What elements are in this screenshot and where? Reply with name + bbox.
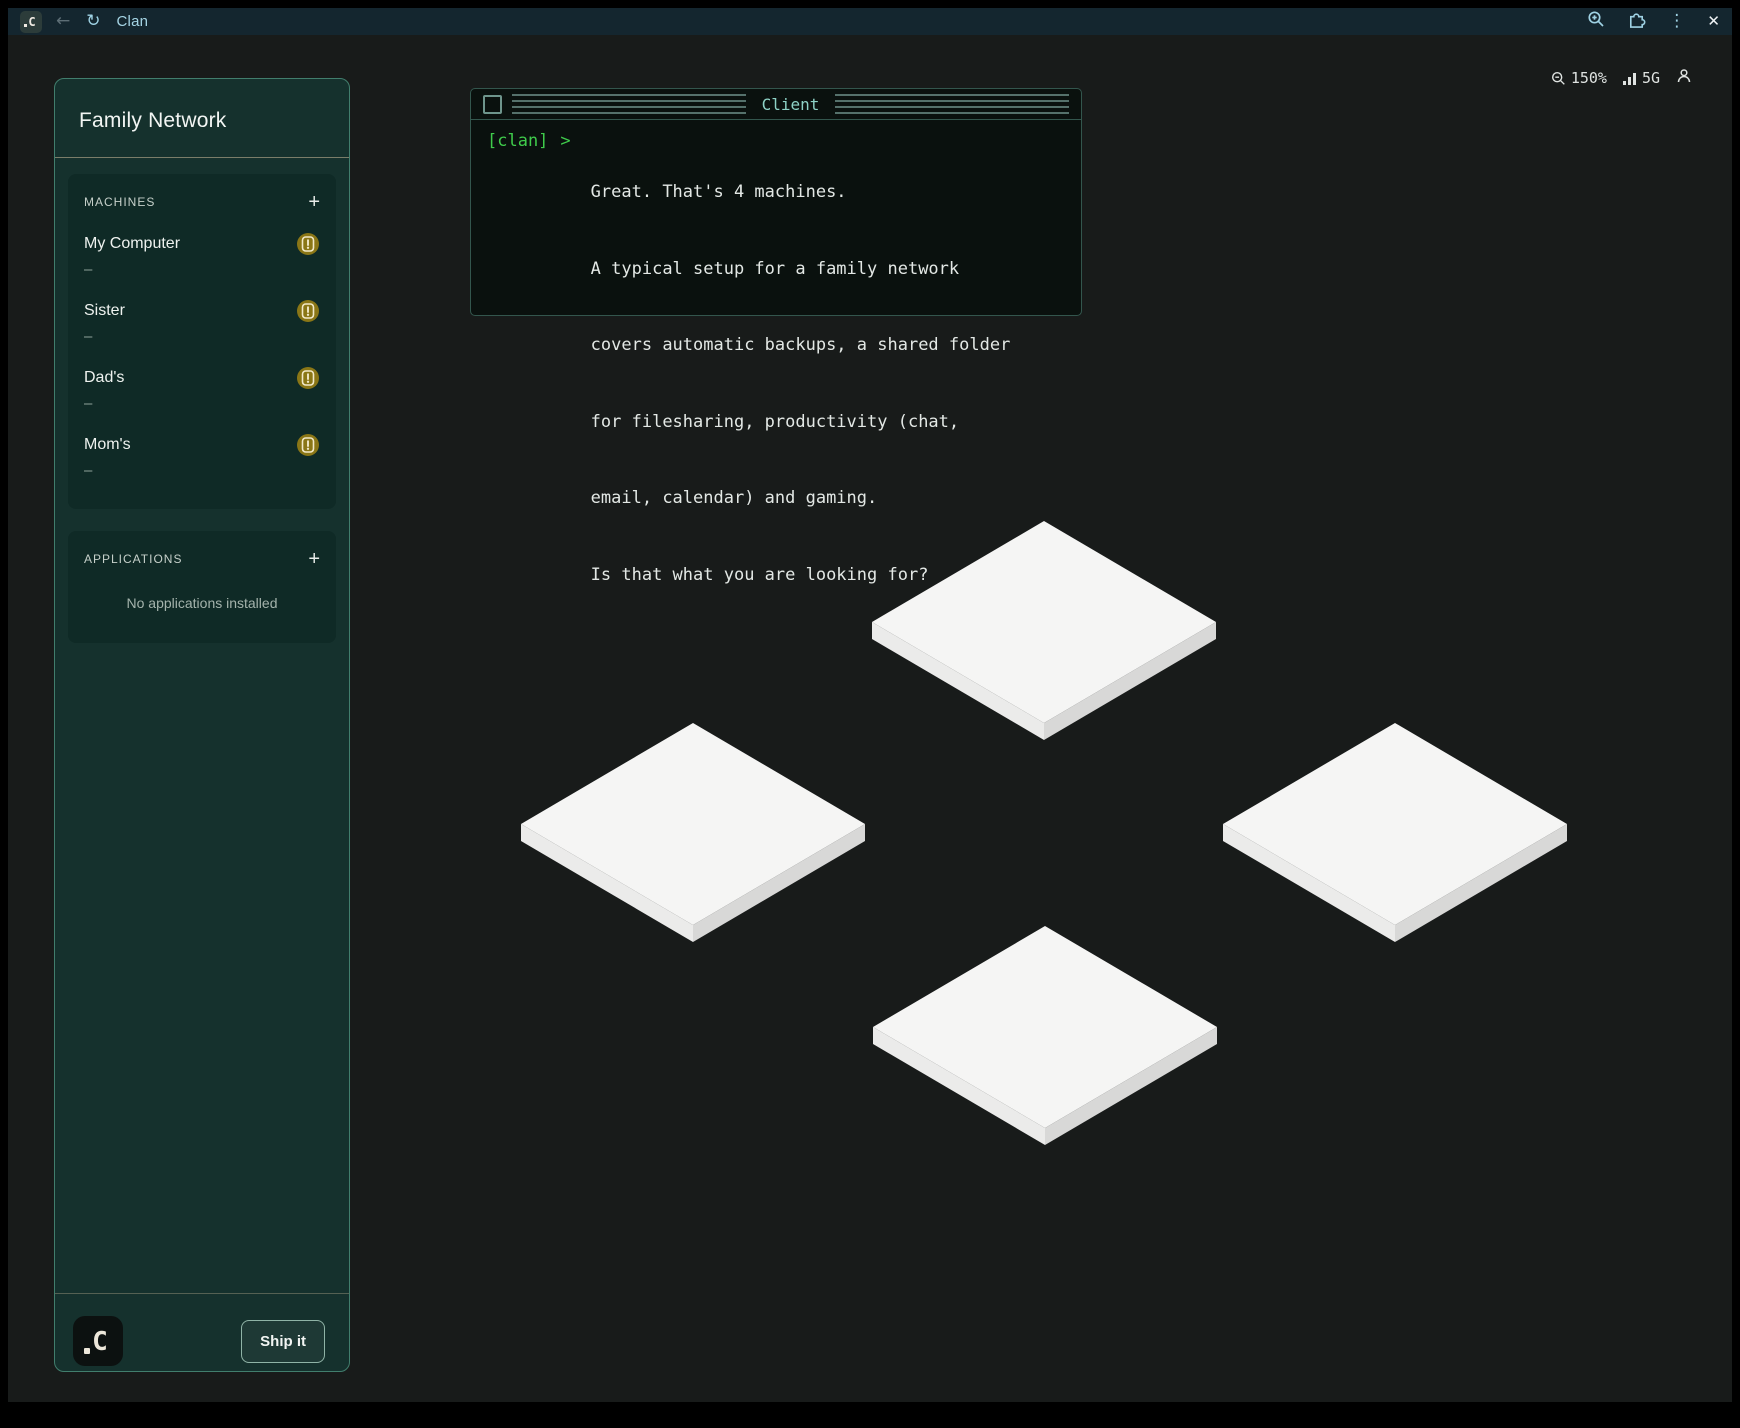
zoom-in-icon[interactable] xyxy=(1587,10,1605,33)
ship-it-button[interactable]: Ship it xyxy=(241,1320,325,1363)
terminal-title: Client xyxy=(756,95,826,114)
machine-row-sister[interactable]: Sister – xyxy=(84,299,320,345)
app-window: C ← ↻ Clan ⋮ ✕ xyxy=(0,0,1740,1428)
machine-status: – xyxy=(84,395,320,412)
signal-bars-icon xyxy=(1623,71,1637,86)
page-tab-title: Clan xyxy=(117,13,149,30)
svg-text:C: C xyxy=(28,15,35,29)
machine-tile-bottom[interactable] xyxy=(872,925,1218,1147)
extensions-puzzle-icon[interactable] xyxy=(1627,10,1646,34)
window-box-icon[interactable] xyxy=(483,95,502,114)
add-machine-button[interactable]: + xyxy=(308,192,320,212)
page-title: Family Network xyxy=(79,109,325,133)
titlebar-stripes xyxy=(512,94,746,114)
account-icon[interactable] xyxy=(1676,68,1692,88)
machine-tile-left[interactable] xyxy=(520,722,866,944)
clan-tab-icon: C xyxy=(20,11,42,33)
sidebar-divider xyxy=(55,157,349,158)
sidebar-footer: C Ship it xyxy=(55,1293,349,1371)
machine-name: My Computer xyxy=(84,235,180,253)
clan-logo-icon: C xyxy=(83,1325,113,1357)
terminal-prompt-symbol: > xyxy=(560,129,570,639)
applications-header: APPLICATIONS xyxy=(84,552,182,566)
clan-logo-icon: C xyxy=(23,14,39,30)
magnifier-zoom-icon xyxy=(1551,71,1566,86)
zoom-indicator[interactable]: 150% xyxy=(1551,69,1607,87)
network-type-value: 5G xyxy=(1642,69,1660,87)
machine-alert-icon xyxy=(296,433,320,457)
add-application-button[interactable]: + xyxy=(308,549,320,569)
network-indicator: 5G xyxy=(1623,69,1660,87)
close-icon[interactable]: ✕ xyxy=(1707,14,1720,29)
back-icon[interactable]: ← xyxy=(56,13,70,30)
machine-name: Mom's xyxy=(84,436,131,454)
machine-name: Sister xyxy=(84,302,125,320)
sidebar: Family Network MACHINES + My Computer xyxy=(54,78,350,1372)
terminal-prompt: [clan] xyxy=(487,129,548,639)
machine-alert-icon xyxy=(296,366,320,390)
applications-panel: APPLICATIONS + No applications installed xyxy=(68,531,336,643)
machine-tile-top[interactable] xyxy=(871,520,1217,742)
clan-logo: C xyxy=(73,1316,123,1366)
applications-empty-message: No applications installed xyxy=(84,595,320,611)
machine-name: Dad's xyxy=(84,369,124,387)
machine-tile-right[interactable] xyxy=(1222,722,1568,944)
client-terminal-window: Client [clan] > Great. That's 4 machines… xyxy=(470,88,1082,316)
menu-kebab-icon[interactable]: ⋮ xyxy=(1668,13,1685,30)
machines-panel: MACHINES + My Computer – Sister xyxy=(68,174,336,509)
reload-icon[interactable]: ↻ xyxy=(86,13,100,30)
svg-text:C: C xyxy=(92,1327,108,1357)
machine-status: – xyxy=(84,328,320,345)
machine-status: – xyxy=(84,462,320,479)
browser-topbar: C ← ↻ Clan ⋮ ✕ xyxy=(8,8,1732,35)
machine-alert-icon xyxy=(296,232,320,256)
status-hud: 150% 5G xyxy=(1551,68,1692,88)
zoom-level-value: 150% xyxy=(1571,69,1607,87)
sidebar-header: Family Network xyxy=(68,79,336,157)
machine-row-moms[interactable]: Mom's – xyxy=(84,433,320,479)
machine-row-dads[interactable]: Dad's – xyxy=(84,366,320,412)
machines-header: MACHINES xyxy=(84,195,155,209)
machine-row-my-computer[interactable]: My Computer – xyxy=(84,232,320,278)
titlebar-stripes xyxy=(835,94,1069,114)
terminal-titlebar[interactable]: Client xyxy=(471,89,1081,120)
machine-alert-icon xyxy=(296,299,320,323)
machine-status: – xyxy=(84,261,320,278)
